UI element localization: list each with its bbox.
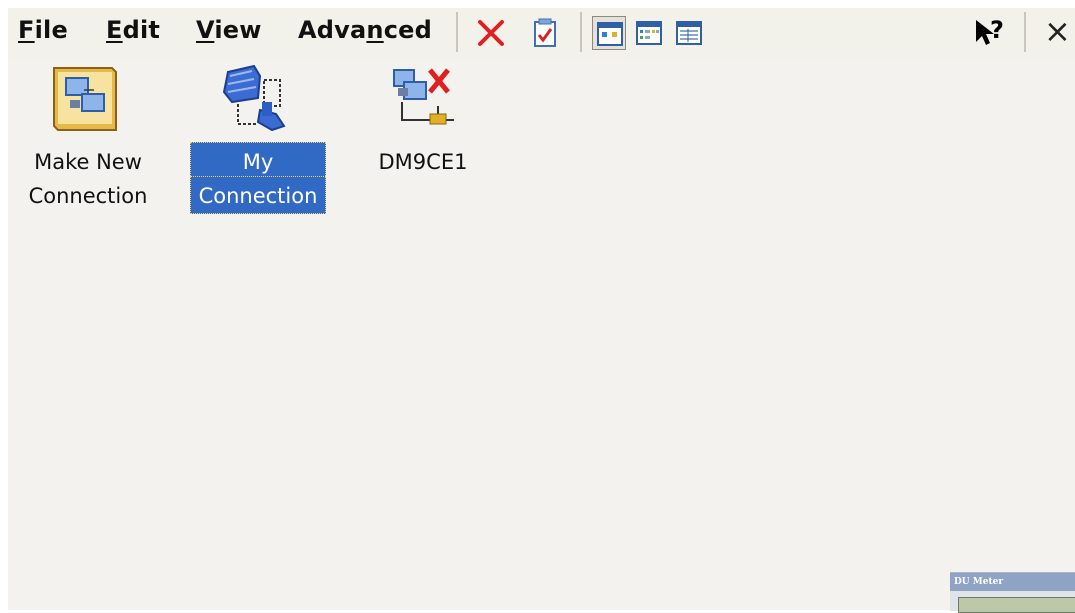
dialup-connection-icon bbox=[222, 64, 286, 132]
toolbar-separator-2 bbox=[580, 12, 582, 52]
connections-folder-view: Make New Connection My Connection DM9CE1 bbox=[8, 58, 1075, 610]
properties-icon bbox=[534, 18, 556, 47]
item-label-line2: Connection bbox=[190, 176, 326, 214]
menu-edit-accelerator: E bbox=[106, 16, 123, 44]
menu-advanced-text-rest: ced bbox=[383, 16, 432, 44]
help-question-glyph: ? bbox=[990, 16, 1004, 44]
du-meter-graph bbox=[958, 597, 1075, 613]
item-label: DM9CE1 bbox=[378, 150, 468, 174]
details-view-icon bbox=[676, 21, 702, 45]
item-label-line2: Connection bbox=[28, 184, 148, 208]
menu-advanced[interactable]: Advanced bbox=[298, 16, 432, 44]
new-connection-wizard-icon bbox=[53, 67, 117, 131]
du-meter-titlebar: DU Meter bbox=[950, 573, 1075, 591]
disconnected-network-icon bbox=[393, 68, 454, 125]
whats-this-help-button[interactable]: ? bbox=[972, 16, 1010, 50]
menu-file-accelerator: F bbox=[18, 16, 35, 44]
du-meter-widget[interactable]: DU Meter bbox=[950, 572, 1075, 613]
menu-advanced-text: Adva bbox=[298, 16, 367, 44]
close-button[interactable]: × bbox=[1036, 12, 1072, 50]
menu-edit[interactable]: Edit bbox=[106, 16, 160, 44]
large-icons-view-icon bbox=[597, 22, 623, 46]
toolbar-separator-3 bbox=[1024, 12, 1026, 52]
menu-view[interactable]: View bbox=[196, 16, 262, 44]
menu-edit-text-rest: dit bbox=[122, 16, 161, 44]
close-icon: × bbox=[1044, 12, 1071, 50]
make-new-connection-item[interactable]: Make New Connection bbox=[8, 58, 168, 218]
my-connection-item[interactable]: My Connection bbox=[178, 58, 338, 218]
details-view-button[interactable] bbox=[672, 16, 706, 50]
menu-advanced-accelerator: n bbox=[366, 16, 384, 44]
small-icons-view-button[interactable] bbox=[632, 16, 666, 50]
menu-view-accelerator: V bbox=[196, 16, 215, 44]
menu-file-text-rest: ile bbox=[34, 16, 68, 44]
command-bar: File Edit View Advanced ? × bbox=[8, 8, 1075, 58]
dm9ce1-item[interactable]: DM9CE1 bbox=[348, 58, 498, 188]
properties-button[interactable] bbox=[528, 16, 562, 50]
menu-file[interactable]: File bbox=[18, 16, 68, 44]
small-icons-view-icon bbox=[636, 21, 662, 45]
red-x-icon bbox=[478, 20, 504, 46]
large-icons-view-button[interactable] bbox=[592, 16, 626, 50]
menu-view-text-rest: iew bbox=[214, 16, 262, 44]
delete-button[interactable] bbox=[474, 16, 508, 50]
toolbar-separator bbox=[456, 12, 458, 52]
